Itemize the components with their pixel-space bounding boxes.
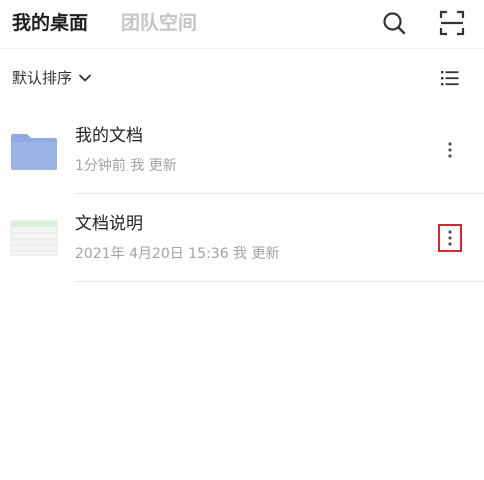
file-name: 我的文档 <box>75 126 143 146</box>
spreadsheet-thumbnail-icon <box>10 220 58 256</box>
more-vertical-icon <box>448 142 452 158</box>
more-vertical-icon <box>448 230 452 246</box>
file-row-doc-description[interactable]: 文档说明 2021年 4月20日 15:36 我 更新 <box>0 194 484 282</box>
top-header: 我的桌面 团队空间 <box>0 0 484 49</box>
scan-button[interactable] <box>438 9 466 37</box>
scan-icon <box>439 10 465 36</box>
sort-bar: 默认排序 <box>0 49 484 105</box>
app-window: 我的桌面 团队空间 默认排序 我的文档 1分钟前 我 更新 文档说明 2021年… <box>0 0 484 480</box>
search-icon <box>383 12 406 35</box>
file-row-my-documents[interactable]: 我的文档 1分钟前 我 更新 <box>0 106 484 194</box>
file-name: 文档说明 <box>75 214 143 234</box>
file-meta: 1分钟前 我 更新 <box>75 158 177 174</box>
search-button[interactable] <box>380 9 408 37</box>
row-divider <box>75 281 484 282</box>
file-meta: 2021年 4月20日 15:36 我 更新 <box>75 246 280 262</box>
sort-dropdown[interactable]: 默认排序 <box>12 67 92 89</box>
chevron-down-icon <box>79 74 91 82</box>
list-view-icon <box>441 71 459 86</box>
more-options-button[interactable] <box>438 136 462 164</box>
folder-icon <box>11 134 57 170</box>
more-options-button[interactable] <box>438 224 462 252</box>
sort-label: 默认排序 <box>12 69 73 87</box>
list-view-button[interactable] <box>438 66 462 90</box>
tab-my-desktop[interactable]: 我的桌面 <box>12 10 88 36</box>
tab-team-space[interactable]: 团队空间 <box>121 10 197 36</box>
